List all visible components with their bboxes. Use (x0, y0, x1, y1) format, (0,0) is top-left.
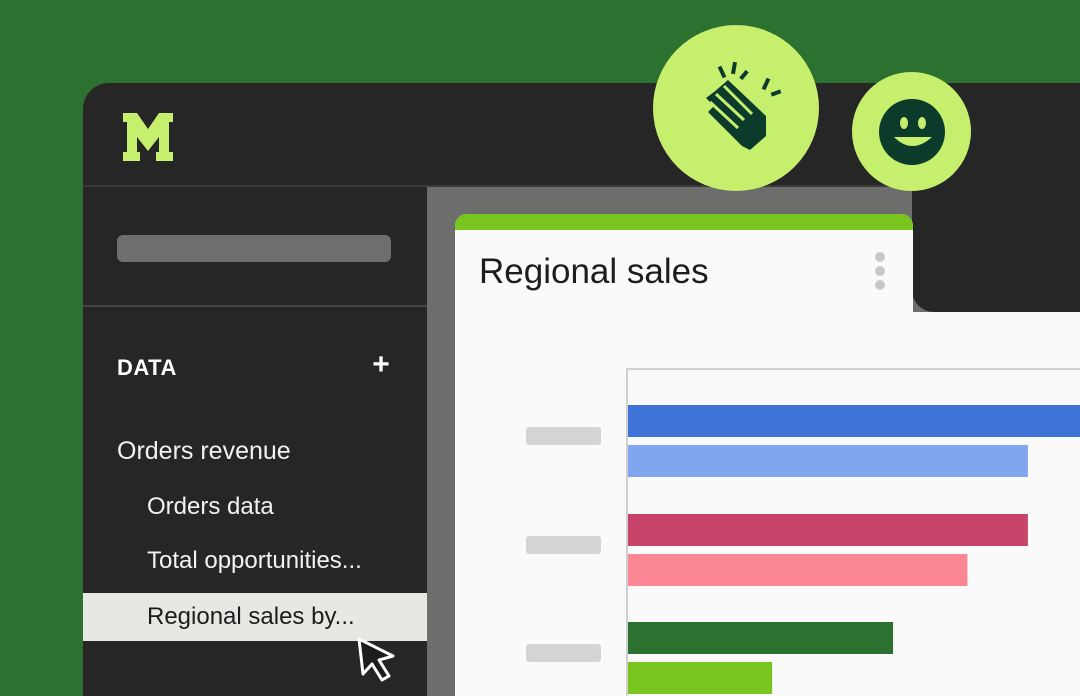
sidebar-item-regional-sales[interactable]: Regional sales by... (83, 593, 427, 641)
add-data-button[interactable]: + (369, 350, 393, 380)
sidebar: DATA + Orders revenue Orders data Total … (83, 187, 427, 696)
section-title-data: DATA (117, 355, 177, 380)
right-panel (912, 185, 1080, 312)
mouse-pointer-icon (357, 637, 395, 682)
smiley-face-icon (878, 98, 945, 165)
regional-sales-card: Regional sales (455, 214, 913, 696)
card-title: Regional sales (479, 252, 709, 291)
chart-area-extension (913, 312, 1080, 696)
sidebar-item-label: Regional sales by... (147, 603, 355, 630)
logo-icon (123, 113, 173, 161)
kebab-vertical-icon[interactable] (873, 252, 887, 296)
sidebar-item-orders-data[interactable]: Orders data (147, 493, 274, 521)
sidebar-item-orders-revenue[interactable]: Orders revenue (117, 437, 291, 466)
smiley-reaction[interactable] (852, 72, 971, 191)
sidebar-search-placeholder[interactable] (117, 235, 391, 262)
sidebar-item-total-opportunities[interactable]: Total opportunities... (147, 547, 362, 575)
clapping-hands-reaction[interactable] (653, 25, 819, 191)
card-accent-bar (455, 214, 913, 230)
sidebar-divider (83, 305, 427, 307)
clapping-hands-icon (706, 61, 782, 150)
